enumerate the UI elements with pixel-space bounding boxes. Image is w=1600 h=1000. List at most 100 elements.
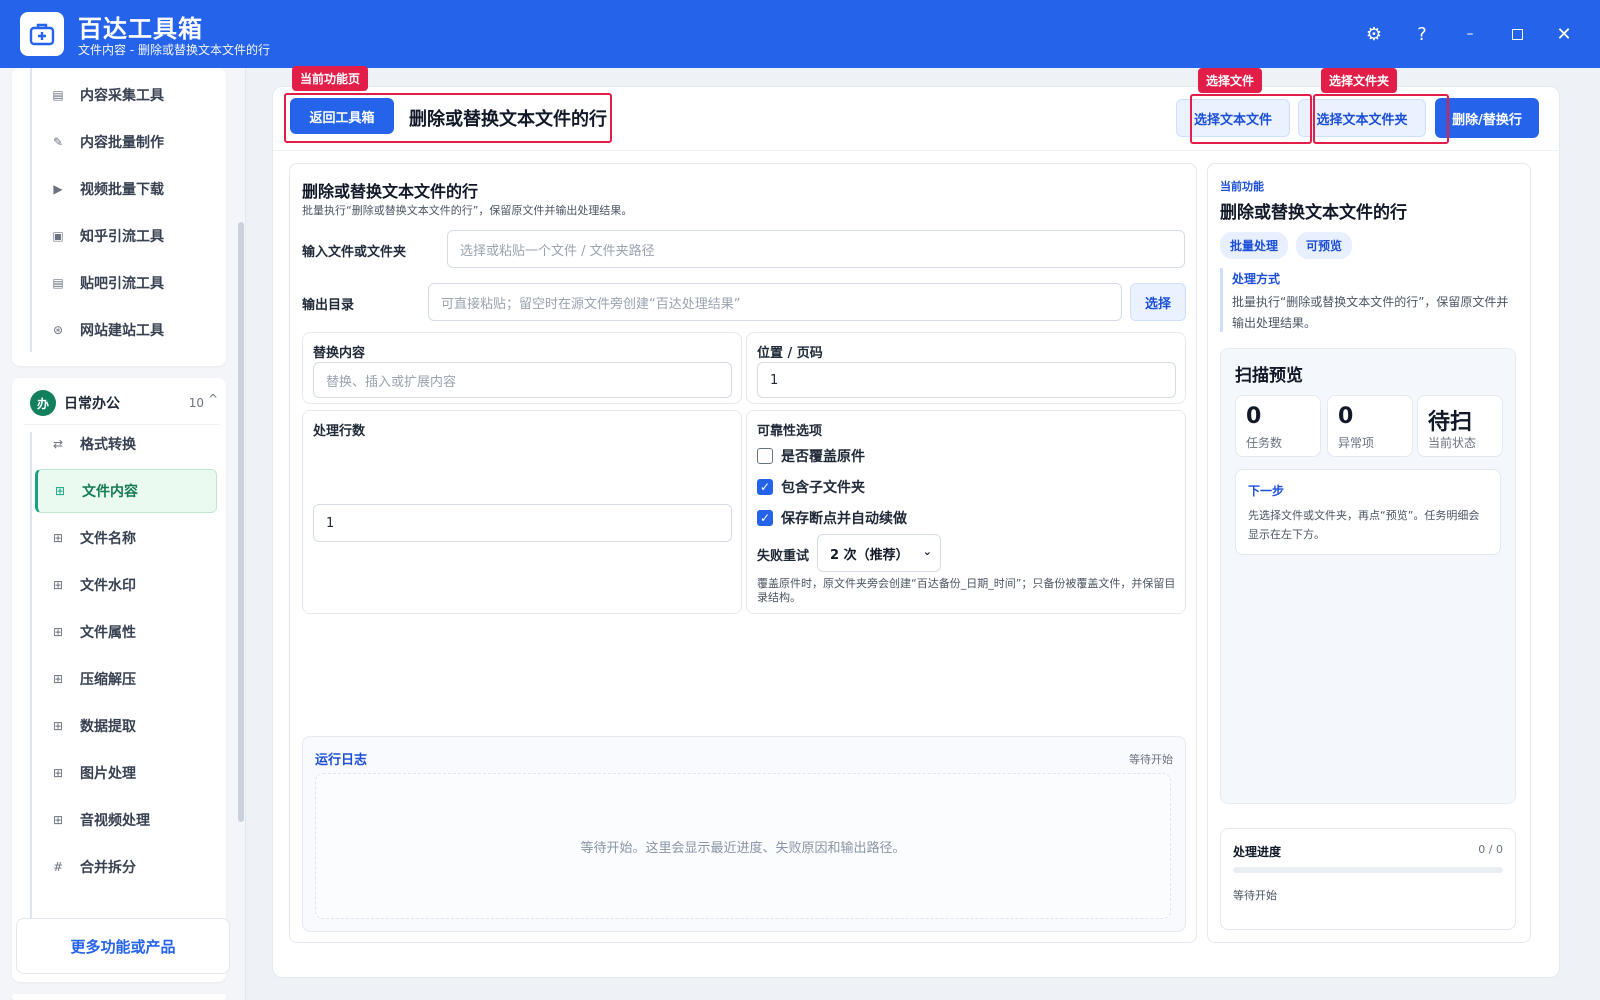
input-path-field[interactable]: 选择或粘贴一个文件 / 文件夹路径 <box>447 230 1185 268</box>
option-overwrite[interactable]: 是否覆盖原件 <box>757 446 865 466</box>
delete-replace-lines-button[interactable]: 删除/替换行 <box>1435 98 1539 138</box>
sidebar-item[interactable]: ▶ 视频批量下载 <box>22 167 204 211</box>
maximize-icon[interactable] <box>1503 20 1531 48</box>
sidebar-item[interactable]: ▤ 内容采集工具 <box>22 73 204 117</box>
stat-caption: 当前状态 <box>1428 436 1477 450</box>
sidebar-item-label: 文件内容 <box>82 484 138 500</box>
choose-output-button[interactable]: 选择 <box>1130 283 1186 321</box>
pill-preview: 可预览 <box>1296 232 1353 259</box>
method-accent-bar <box>1220 268 1223 332</box>
sidebar-item-label: 音视频处理 <box>80 813 150 829</box>
grid-icon: ⊞ <box>52 578 64 592</box>
settings-gear-icon[interactable]: ⚙ <box>1360 20 1388 48</box>
sidebar-item[interactable]: ⊞ 文件属性 <box>22 610 204 654</box>
help-icon[interactable]: ? <box>1408 20 1436 48</box>
stat-caption: 异常项 <box>1338 436 1375 450</box>
page-title: 删除或替换文本文件的行 <box>409 109 607 130</box>
sidebar-item[interactable]: ⊞ 图片处理 <box>22 751 204 795</box>
replace-content-label: 替换内容 <box>313 346 366 361</box>
sidebar-item[interactable]: ▤ 贴吧引流工具 <box>22 261 204 305</box>
include-subfolders-checkbox[interactable]: ✓ <box>757 479 773 495</box>
sidebar-item-label: 图片处理 <box>80 766 136 782</box>
progress-bar-track <box>1233 867 1503 873</box>
sidebar-item-label: 合并拆分 <box>80 860 136 876</box>
output-dir-field[interactable]: 可直接粘贴；留空时在源文件旁创建“百达处理结果” <box>428 283 1122 321</box>
sidebar-item[interactable]: ⊞ 文件内容 <box>35 469 217 513</box>
replace-content-input[interactable]: 替换、插入或扩展内容 <box>313 362 732 398</box>
sidebar-item[interactable]: ✎ 内容批量制作 <box>22 120 204 164</box>
app-subtitle: 文件内容 - 删除或替换文本文件的行 <box>78 43 270 57</box>
resume-checkbox[interactable]: ✓ <box>757 510 773 526</box>
next-step-box: 下一步 先选择文件或文件夹，再点“预览”。任务明细会显示在左下方。 <box>1235 469 1501 555</box>
method-title: 处理方式 <box>1232 272 1281 286</box>
group-badge: 办 <box>30 390 56 416</box>
line-count-label: 处理行数 <box>313 424 366 439</box>
sidebar-item-label: 贴吧引流工具 <box>80 276 164 292</box>
toolbox-logo-icon <box>20 12 64 56</box>
chevron-up-icon[interactable]: ^ <box>208 392 218 406</box>
line-count-input[interactable]: 1 <box>313 504 732 542</box>
minimize-icon[interactable]: – <box>1456 20 1484 48</box>
run-log-status: 等待开始 <box>1129 753 1173 766</box>
sidebar-item[interactable]: ▣ 知乎引流工具 <box>22 214 204 258</box>
run-log-content: 等待开始。这里会显示最近进度、失败原因和输出路径。 <box>315 773 1171 919</box>
grid-icon: ⊞ <box>54 484 66 498</box>
more-products-button[interactable]: 更多功能或产品 <box>16 918 230 974</box>
form-description: 批量执行“删除或替换文本文件的行”，保留原文件并输出处理结果。 <box>302 204 633 217</box>
sidebar-item-label: 文件名称 <box>80 531 136 547</box>
form-title: 删除或替换文本文件的行 <box>302 182 479 201</box>
back-to-toolbox-button[interactable]: 返回工具箱 <box>290 98 394 134</box>
option-include-subfolders[interactable]: ✓ 包含子文件夹 <box>757 477 865 497</box>
grid-icon: ⊞ <box>52 813 64 827</box>
stat-caption: 任务数 <box>1246 436 1283 450</box>
stat-value: 待扫 <box>1428 410 1473 435</box>
option-label: 保存断点并自动续做 <box>781 511 907 527</box>
group-name: 日常办公 <box>64 396 120 412</box>
choose-file-annotation-tag: 选择文件 <box>1198 68 1263 93</box>
next-step-desc: 先选择文件或文件夹，再点“预览”。任务明细会显示在左下方。 <box>1248 509 1480 541</box>
feature-pills: 批量处理 可预览 <box>1220 232 1353 259</box>
swap-icon: ⇄ <box>52 437 64 451</box>
sidebar-item-label: 格式转换 <box>80 437 136 453</box>
choose-text-folder-button[interactable]: 选择文本文件夹 <box>1298 99 1426 137</box>
scan-preview-box: 扫描预览 0 任务数 0 异常项 待扫 当前状态 下一步 先选择文件或文件夹，再… <box>1220 348 1516 804</box>
sidebar-item[interactable]: ⊞ 音视频处理 <box>22 798 204 842</box>
position-input[interactable]: 1 <box>757 362 1176 398</box>
input-path-label: 输入文件或文件夹 <box>302 245 407 260</box>
sidebar-item[interactable]: ⊞ 文件水印 <box>22 563 204 607</box>
choose-text-file-button[interactable]: 选择文本文件 <box>1176 99 1290 137</box>
app-title: 百达工具箱 <box>78 15 203 43</box>
sidebar-item-label: 数据提取 <box>80 719 136 735</box>
sidebar-item[interactable]: ⇄ 格式转换 <box>22 422 204 466</box>
sidebar-item[interactable]: ⊞ 数据提取 <box>22 704 204 748</box>
sidebar-item-label: 视频批量下载 <box>80 182 164 198</box>
info-card: 当前功能 删除或替换文本文件的行 批量处理 可预览 处理方式 批量执行“删除或替… <box>1207 163 1531 943</box>
zhihu-icon: ▣ <box>52 229 64 243</box>
tieba-icon: ▤ <box>52 276 64 290</box>
retry-select[interactable]: 2 次（推荐） ⌄ <box>817 534 941 572</box>
overwrite-checkbox[interactable] <box>757 448 773 464</box>
option-resume[interactable]: ✓ 保存断点并自动续做 <box>757 508 907 528</box>
choose-folder-annotation-tag: 选择文件夹 <box>1321 68 1398 93</box>
sidebar-item[interactable]: ⊞ 文件名称 <box>22 516 204 560</box>
sidebar-item[interactable]: ⊞ 压缩解压 <box>22 657 204 701</box>
title-bar: 百达工具箱 文件内容 - 删除或替换文本文件的行 ⚙ ? – ✕ <box>0 0 1600 68</box>
method-desc: 批量执行“删除或替换文本文件的行”，保留原文件并输出处理结果。 <box>1232 295 1509 330</box>
sidebar-scrollbar[interactable] <box>238 222 244 822</box>
sidebar-item[interactable]: ⊛ 网站建站工具 <box>22 308 204 352</box>
chevron-down-icon: ⌄ <box>922 545 932 558</box>
close-icon[interactable]: ✕ <box>1550 20 1578 48</box>
progress-title: 处理进度 <box>1233 845 1282 859</box>
progress-count: 0 / 0 <box>1478 843 1503 856</box>
stat-value: 0 <box>1246 404 1262 429</box>
video-icon: ▶ <box>53 182 63 196</box>
stat-value: 0 <box>1338 404 1354 429</box>
doc-icon: ▤ <box>52 88 64 102</box>
progress-box: 处理进度 0 / 0 等待开始 <box>1220 828 1516 930</box>
group-header-daily-office[interactable]: 办 日常办公 10 ^ <box>30 386 230 420</box>
sidebar-item[interactable]: # 合并拆分 <box>22 845 204 889</box>
sidebar: ▤ 内容采集工具 ✎ 内容批量制作 ▶ 视频批量下载 ▣ 知乎引流工具 ▤ 贴吧引流工具 ⊛ 网站建站… <box>0 68 246 1000</box>
hash-icon: # <box>52 860 64 874</box>
run-log-box: 运行日志 等待开始 等待开始。这里会显示最近进度、失败原因和输出路径。 <box>302 736 1186 932</box>
sidebar-item-label: 文件属性 <box>80 625 136 641</box>
